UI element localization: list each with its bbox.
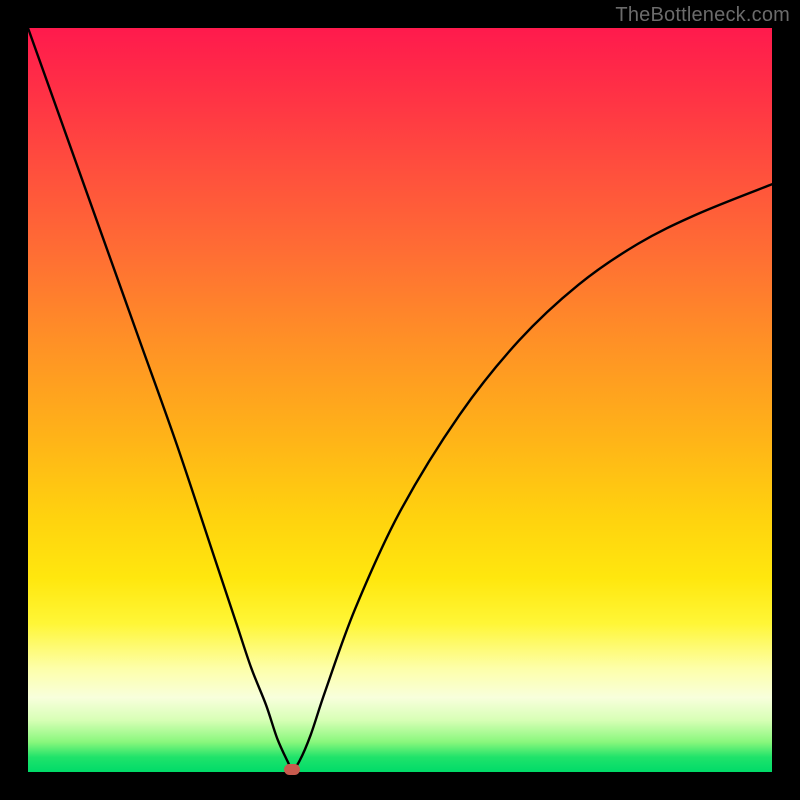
watermark-text: TheBottleneck.com [615, 4, 790, 27]
bottleneck-curve [28, 28, 772, 772]
curve-path [28, 28, 772, 770]
chart-frame: TheBottleneck.com [0, 0, 800, 800]
plot-area [28, 28, 772, 772]
optimum-marker [284, 764, 300, 775]
